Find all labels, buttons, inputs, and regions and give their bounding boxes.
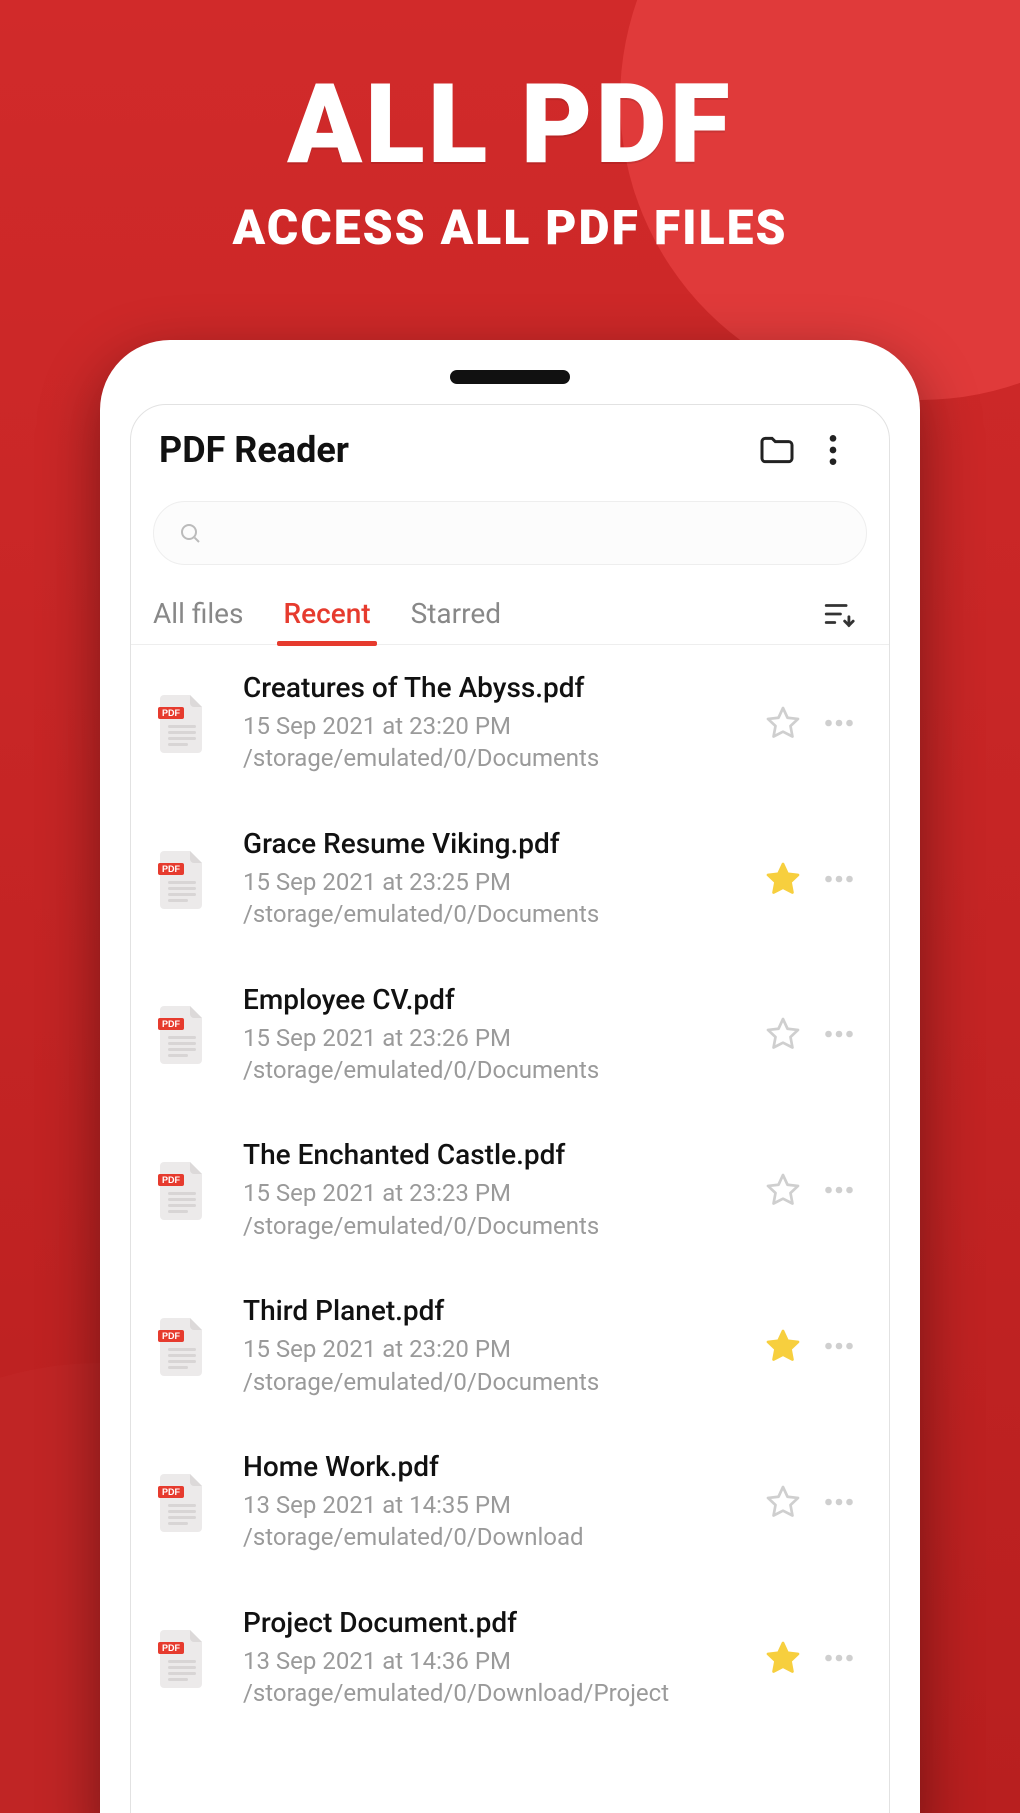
- tab-starred[interactable]: Starred: [411, 583, 501, 645]
- pdf-file-icon: PDF: [153, 1316, 213, 1376]
- file-info: Home Work.pdf 13 Sep 2021 at 14:35 PM /s…: [243, 1450, 755, 1554]
- file-info: Employee CV.pdf 15 Sep 2021 at 23:26 PM …: [243, 983, 755, 1087]
- star-button[interactable]: [755, 705, 811, 741]
- svg-text:PDF: PDF: [162, 1019, 181, 1029]
- file-row[interactable]: PDF The Enchanted Castle.pdf 15 Sep 2021…: [131, 1112, 889, 1268]
- pdf-file-icon: PDF: [153, 1628, 213, 1688]
- pdf-file-icon: PDF: [153, 849, 213, 909]
- file-path: /storage/emulated/0/Documents: [243, 1210, 755, 1242]
- search-icon: [178, 521, 202, 545]
- file-row[interactable]: PDF Home Work.pdf 13 Sep 2021 at 14:35 P…: [131, 1424, 889, 1580]
- folder-button[interactable]: [749, 422, 805, 478]
- more-button[interactable]: [811, 1172, 867, 1208]
- file-name: The Enchanted Castle.pdf: [243, 1138, 755, 1171]
- svg-text:PDF: PDF: [162, 1487, 181, 1497]
- svg-text:PDF: PDF: [162, 864, 181, 874]
- file-path: /storage/emulated/0/Documents: [243, 1054, 755, 1086]
- svg-text:PDF: PDF: [162, 708, 181, 718]
- star-button[interactable]: [755, 1172, 811, 1208]
- file-row[interactable]: PDF Employee CV.pdf 15 Sep 2021 at 23:26…: [131, 957, 889, 1113]
- file-info: Creatures of The Abyss.pdf 15 Sep 2021 a…: [243, 671, 755, 775]
- star-button[interactable]: [755, 1484, 811, 1520]
- file-info: Project Document.pdf 13 Sep 2021 at 14:3…: [243, 1606, 755, 1710]
- more-vertical-icon: [813, 430, 853, 470]
- more-button[interactable]: [811, 1328, 867, 1364]
- file-info: The Enchanted Castle.pdf 15 Sep 2021 at …: [243, 1138, 755, 1242]
- more-button[interactable]: [811, 1640, 867, 1676]
- file-meta: 15 Sep 2021 at 23:20 PM: [243, 1333, 755, 1365]
- svg-text:PDF: PDF: [162, 1175, 181, 1185]
- sort-icon: [822, 597, 856, 631]
- file-meta: 13 Sep 2021 at 14:35 PM: [243, 1489, 755, 1521]
- file-row[interactable]: PDF Creatures of The Abyss.pdf 15 Sep 20…: [131, 645, 889, 801]
- file-row[interactable]: PDF Project Document.pdf 13 Sep 2021 at …: [131, 1580, 889, 1736]
- file-path: /storage/emulated/0/Documents: [243, 898, 755, 930]
- file-meta: 13 Sep 2021 at 14:36 PM: [243, 1645, 755, 1677]
- tab-all-files[interactable]: All files: [153, 583, 243, 645]
- device-notch: [450, 370, 570, 384]
- search-input[interactable]: [153, 501, 867, 565]
- file-info: Third Planet.pdf 15 Sep 2021 at 23:20 PM…: [243, 1294, 755, 1398]
- file-name: Grace Resume Viking.pdf: [243, 827, 755, 860]
- svg-text:PDF: PDF: [162, 1643, 181, 1653]
- file-meta: 15 Sep 2021 at 23:20 PM: [243, 710, 755, 742]
- file-row[interactable]: PDF Grace Resume Viking.pdf 15 Sep 2021 …: [131, 801, 889, 957]
- pdf-file-icon: PDF: [153, 1160, 213, 1220]
- app-title: PDF Reader: [159, 429, 749, 471]
- pdf-file-icon: PDF: [153, 1472, 213, 1532]
- file-info: Grace Resume Viking.pdf 15 Sep 2021 at 2…: [243, 827, 755, 931]
- file-name: Employee CV.pdf: [243, 983, 755, 1016]
- star-button[interactable]: [755, 1016, 811, 1052]
- file-name: Creatures of The Abyss.pdf: [243, 671, 755, 704]
- file-path: /storage/emulated/0/Documents: [243, 1366, 755, 1398]
- folder-icon: [757, 430, 797, 470]
- star-button[interactable]: [755, 1328, 811, 1364]
- svg-text:PDF: PDF: [162, 1331, 181, 1341]
- file-path: /storage/emulated/0/Download/Project: [243, 1677, 755, 1709]
- sort-button[interactable]: [811, 586, 867, 642]
- more-button[interactable]: [811, 705, 867, 741]
- file-row[interactable]: PDF Third Planet.pdf 15 Sep 2021 at 23:2…: [131, 1268, 889, 1424]
- promo-title: ALL PDF: [0, 60, 1020, 189]
- more-button[interactable]: [811, 861, 867, 897]
- more-button[interactable]: [811, 1016, 867, 1052]
- overflow-menu-button[interactable]: [805, 422, 861, 478]
- file-path: /storage/emulated/0/Documents: [243, 742, 755, 774]
- star-button[interactable]: [755, 861, 811, 897]
- file-path: /storage/emulated/0/Download: [243, 1521, 755, 1553]
- star-button[interactable]: [755, 1640, 811, 1676]
- file-name: Project Document.pdf: [243, 1606, 755, 1639]
- tab-recent[interactable]: Recent: [283, 583, 370, 645]
- screen: PDF Reader All filesRecentS: [130, 404, 890, 1813]
- file-meta: 15 Sep 2021 at 23:25 PM: [243, 866, 755, 898]
- file-list: PDF Creatures of The Abyss.pdf 15 Sep 20…: [131, 645, 889, 1735]
- app-bar: PDF Reader: [131, 405, 889, 495]
- promo-subtitle: ACCESS ALL PDF FILES: [0, 199, 1020, 256]
- file-name: Third Planet.pdf: [243, 1294, 755, 1327]
- file-name: Home Work.pdf: [243, 1450, 755, 1483]
- device-frame: PDF Reader All filesRecentS: [100, 340, 920, 1813]
- pdf-file-icon: PDF: [153, 1004, 213, 1064]
- tabs: All files Recent Starred: [131, 583, 889, 645]
- file-meta: 15 Sep 2021 at 23:23 PM: [243, 1177, 755, 1209]
- more-button[interactable]: [811, 1484, 867, 1520]
- pdf-file-icon: PDF: [153, 693, 213, 753]
- file-meta: 15 Sep 2021 at 23:26 PM: [243, 1022, 755, 1054]
